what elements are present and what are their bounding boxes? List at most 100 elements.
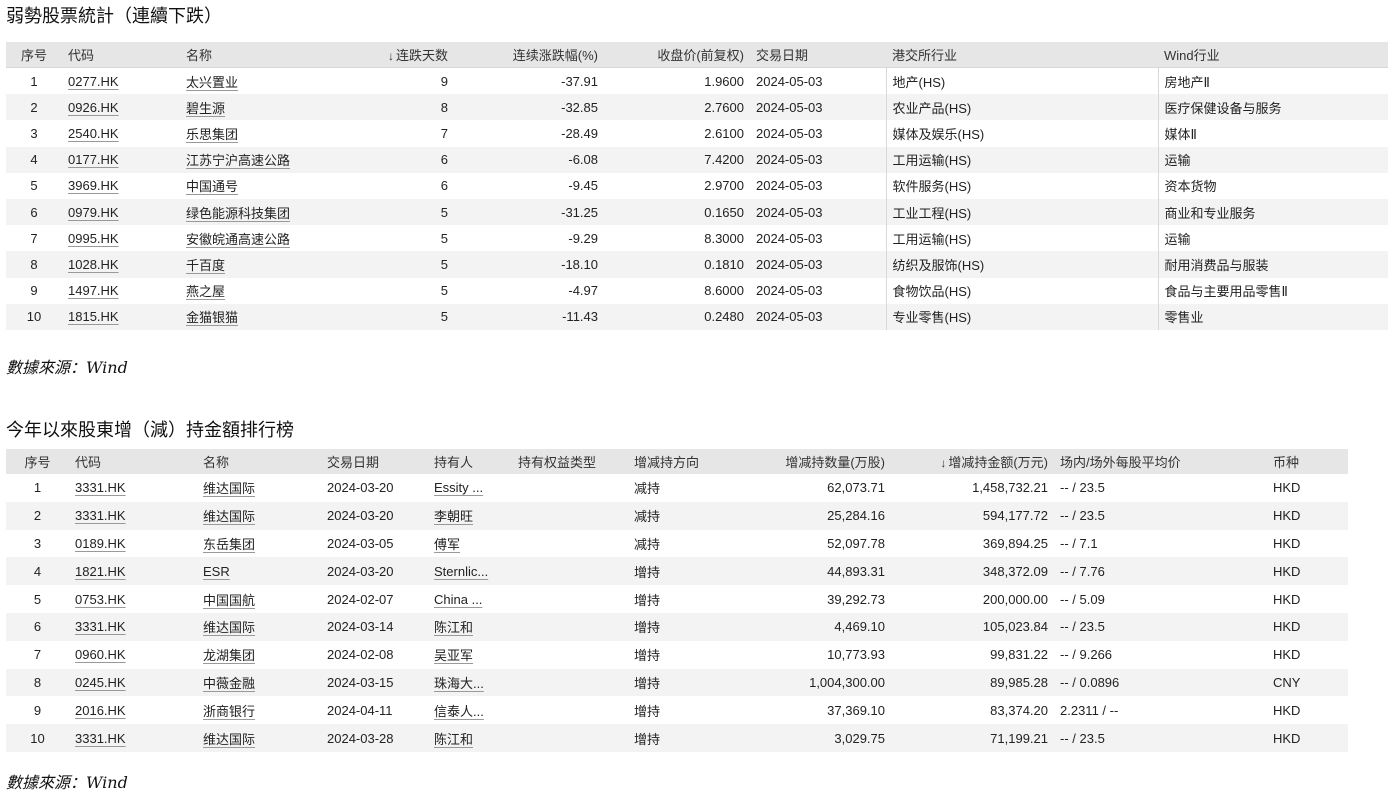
holder-link[interactable]: 信泰人...	[434, 704, 484, 719]
table-row[interactable]: 7 0960.HK 龙湖集团 2024-02-08 吴亚军 增持 10,773.93 99,8…	[6, 641, 1348, 669]
table-row[interactable]: 5 3969.HK 中国通号 6 -9.45 2.9700 2024-05-03 软件服务(H…	[6, 172, 1388, 199]
code-link[interactable]: 0979.HK	[68, 205, 119, 220]
col-header-index[interactable]: 序号	[6, 42, 62, 68]
code-link[interactable]: 1028.HK	[68, 257, 119, 272]
holder-link[interactable]: 吴亚军	[434, 648, 473, 663]
table-row[interactable]: 5 0753.HK 中国国航 2024-02-07 China ... 增持 39,292.…	[6, 585, 1348, 613]
holder-link[interactable]: 陈江和	[434, 732, 473, 747]
table-row[interactable]: 7 0995.HK 安徽皖通高速公路 5 -9.29 8.3000 2024-05-03 工用…	[6, 225, 1388, 252]
table-row[interactable]: 3 0189.HK 东岳集团 2024-03-05 傅军 减持 52,097.78 369,8…	[6, 530, 1348, 558]
col-header-code[interactable]: 代码	[62, 42, 180, 68]
col-header-index[interactable]: 序号	[6, 449, 69, 474]
col-header-holder[interactable]: 持有人	[428, 449, 512, 474]
name-link[interactable]: 千百度	[186, 258, 225, 273]
cell-avg-price: -- / 9.266	[1060, 647, 1113, 663]
cell-index: 6	[6, 612, 69, 641]
name-link[interactable]: ESR	[203, 564, 230, 579]
cell-hkex-industry: 地产(HS)	[885, 67, 1158, 95]
name-link[interactable]: 维达国际	[203, 620, 255, 635]
name-link[interactable]: 绿色能源科技集团	[186, 206, 290, 221]
col-header-avg-price[interactable]: 场内/场外每股平均价	[1054, 449, 1267, 474]
name-link[interactable]: 维达国际	[203, 481, 255, 496]
name-link[interactable]: 安徽皖通高速公路	[186, 232, 290, 247]
col-header-currency[interactable]: 币种	[1267, 449, 1348, 474]
holder-link[interactable]: 珠海大...	[434, 676, 484, 691]
code-link[interactable]: 1815.HK	[68, 309, 119, 324]
holder-link[interactable]: Sternlic...	[434, 564, 488, 579]
col-header-change-pct[interactable]: 连续涨跌幅(%)	[454, 42, 604, 68]
holder-link[interactable]: 李朝旺	[434, 509, 473, 524]
code-link[interactable]: 0277.HK	[68, 74, 119, 89]
name-link[interactable]: 维达国际	[203, 509, 255, 524]
table-row[interactable]: 8 1028.HK 千百度 5 -18.10 0.1810 2024-05-03 纺织及服饰(…	[6, 251, 1388, 278]
name-link[interactable]: 江苏宁沪高速公路	[186, 153, 290, 168]
table-row[interactable]: 1 3331.HK 维达国际 2024-03-20 Essity ... 减持 62,073…	[6, 474, 1348, 502]
code-link[interactable]: 0995.HK	[68, 231, 119, 246]
name-link[interactable]: 金猫银猫	[186, 310, 238, 325]
table-row[interactable]: 9 2016.HK 浙商银行 2024-04-11 信泰人... 增持 37,369.10 8…	[6, 696, 1348, 724]
code-link[interactable]: 3331.HK	[75, 508, 126, 523]
col-header-close-price[interactable]: 收盘价(前复权)	[604, 42, 750, 68]
col-header-hkex-industry[interactable]: 港交所行业	[886, 42, 1158, 68]
table-row[interactable]: 2 3331.HK 维达国际 2024-03-20 李朝旺 减持 25,284.16 594,…	[6, 501, 1348, 530]
cell-change-shares: 3,029.75	[756, 724, 891, 752]
col-header-change-shares[interactable]: 增减持数量(万股)	[756, 449, 891, 474]
cell-name: 龙湖集团	[197, 641, 321, 669]
cell-trade-date: 2024-04-11	[327, 702, 393, 718]
holder-link[interactable]: 陈江和	[434, 620, 473, 635]
name-link[interactable]: 中国国航	[203, 593, 255, 608]
col-header-trade-date[interactable]: 交易日期	[321, 449, 428, 474]
col-header-name[interactable]: 名称	[180, 42, 360, 68]
code-link[interactable]: 0189.HK	[75, 536, 126, 551]
code-link[interactable]: 2016.HK	[75, 703, 126, 718]
col-header-change-amount[interactable]: ↓ 增减持金额(万元)	[891, 449, 1054, 474]
code-link[interactable]: 3331.HK	[75, 480, 126, 495]
name-link[interactable]: 龙湖集团	[203, 648, 255, 663]
code-link[interactable]: 2540.HK	[68, 126, 119, 141]
code-link[interactable]: 3331.HK	[75, 619, 126, 634]
cell-index: 8	[6, 668, 69, 697]
name-link[interactable]: 太兴置业	[186, 75, 238, 90]
name-link[interactable]: 维达国际	[203, 732, 255, 747]
col-header-down-days[interactable]: ↓ 连跌天数	[360, 42, 454, 68]
name-link[interactable]: 燕之屋	[186, 284, 225, 299]
col-header-name[interactable]: 名称	[197, 449, 321, 474]
table-row[interactable]: 6 3331.HK 维达国际 2024-03-14 陈江和 增持 4,469.10 105,0…	[6, 612, 1348, 641]
table-row[interactable]: 4 0177.HK 江苏宁沪高速公路 6 -6.08 7.4200 2024-05-03 工用…	[6, 146, 1388, 173]
name-link[interactable]: 东岳集团	[203, 537, 255, 552]
cell-index: 2	[6, 94, 62, 121]
table-row[interactable]: 4 1821.HK ESR 2024-03-20 Sternlic... 增持 44,893…	[6, 557, 1348, 586]
name-link[interactable]: 中薇金融	[203, 676, 255, 691]
code-link[interactable]: 1497.HK	[68, 283, 119, 298]
code-link[interactable]: 3969.HK	[68, 178, 119, 193]
code-link[interactable]: 1821.HK	[75, 564, 126, 579]
table-row[interactable]: 8 0245.HK 中薇金融 2024-03-15 珠海大... 增持 1,004,300.…	[6, 668, 1348, 697]
col-header-trade-date[interactable]: 交易日期	[750, 42, 886, 68]
holder-link[interactable]: Essity ...	[434, 480, 483, 495]
col-header-direction[interactable]: 增减持方向	[628, 449, 756, 474]
name-link[interactable]: 碧生源	[186, 101, 225, 116]
code-link[interactable]: 0753.HK	[75, 592, 126, 607]
name-link[interactable]: 中国通号	[186, 179, 238, 194]
table-row[interactable]: 9 1497.HK 燕之屋 5 -4.97 8.6000 2024-05-03 食物饮品(HS…	[6, 277, 1388, 304]
code-link[interactable]: 3331.HK	[75, 731, 126, 746]
table-row[interactable]: 3 2540.HK 乐思集团 7 -28.49 2.6100 2024-05-03 媒体及娱乐…	[6, 120, 1388, 147]
table-row[interactable]: 10 3331.HK 维达国际 2024-03-28 陈江和 增持 3,029.75 71,1…	[6, 724, 1348, 752]
holder-link[interactable]: 傅军	[434, 537, 460, 552]
name-link[interactable]: 乐思集团	[186, 127, 238, 142]
code-link[interactable]: 0926.HK	[68, 100, 119, 115]
code-link[interactable]: 0245.HK	[75, 675, 126, 690]
cell-change-shares: 52,097.78	[827, 535, 885, 551]
holder-link[interactable]: China ...	[434, 592, 482, 607]
col-header-wind-industry[interactable]: Wind行业	[1158, 42, 1388, 68]
col-header-code[interactable]: 代码	[69, 449, 197, 474]
table-row[interactable]: 2 0926.HK 碧生源 8 -32.85 2.7600 2024-05-03 农业产品(H…	[6, 94, 1388, 121]
code-link[interactable]: 0960.HK	[75, 647, 126, 662]
code-link[interactable]: 0177.HK	[68, 152, 119, 167]
table-row[interactable]: 10 1815.HK 金猫银猫 5 -11.43 0.2480 2024-05-03 专业零售…	[6, 303, 1388, 330]
table-row[interactable]: 6 0979.HK 绿色能源科技集团 5 -31.25 0.1650 2024-05-03 工…	[6, 198, 1388, 226]
name-link[interactable]: 浙商银行	[203, 704, 255, 719]
col-header-equity-type[interactable]: 持有权益类型	[512, 449, 628, 474]
cell-holder: 陈江和	[428, 612, 512, 641]
table-row[interactable]: 1 0277.HK 太兴置业 9 -37.91 1.9600 2024-05-03 地产(HS…	[6, 67, 1388, 95]
